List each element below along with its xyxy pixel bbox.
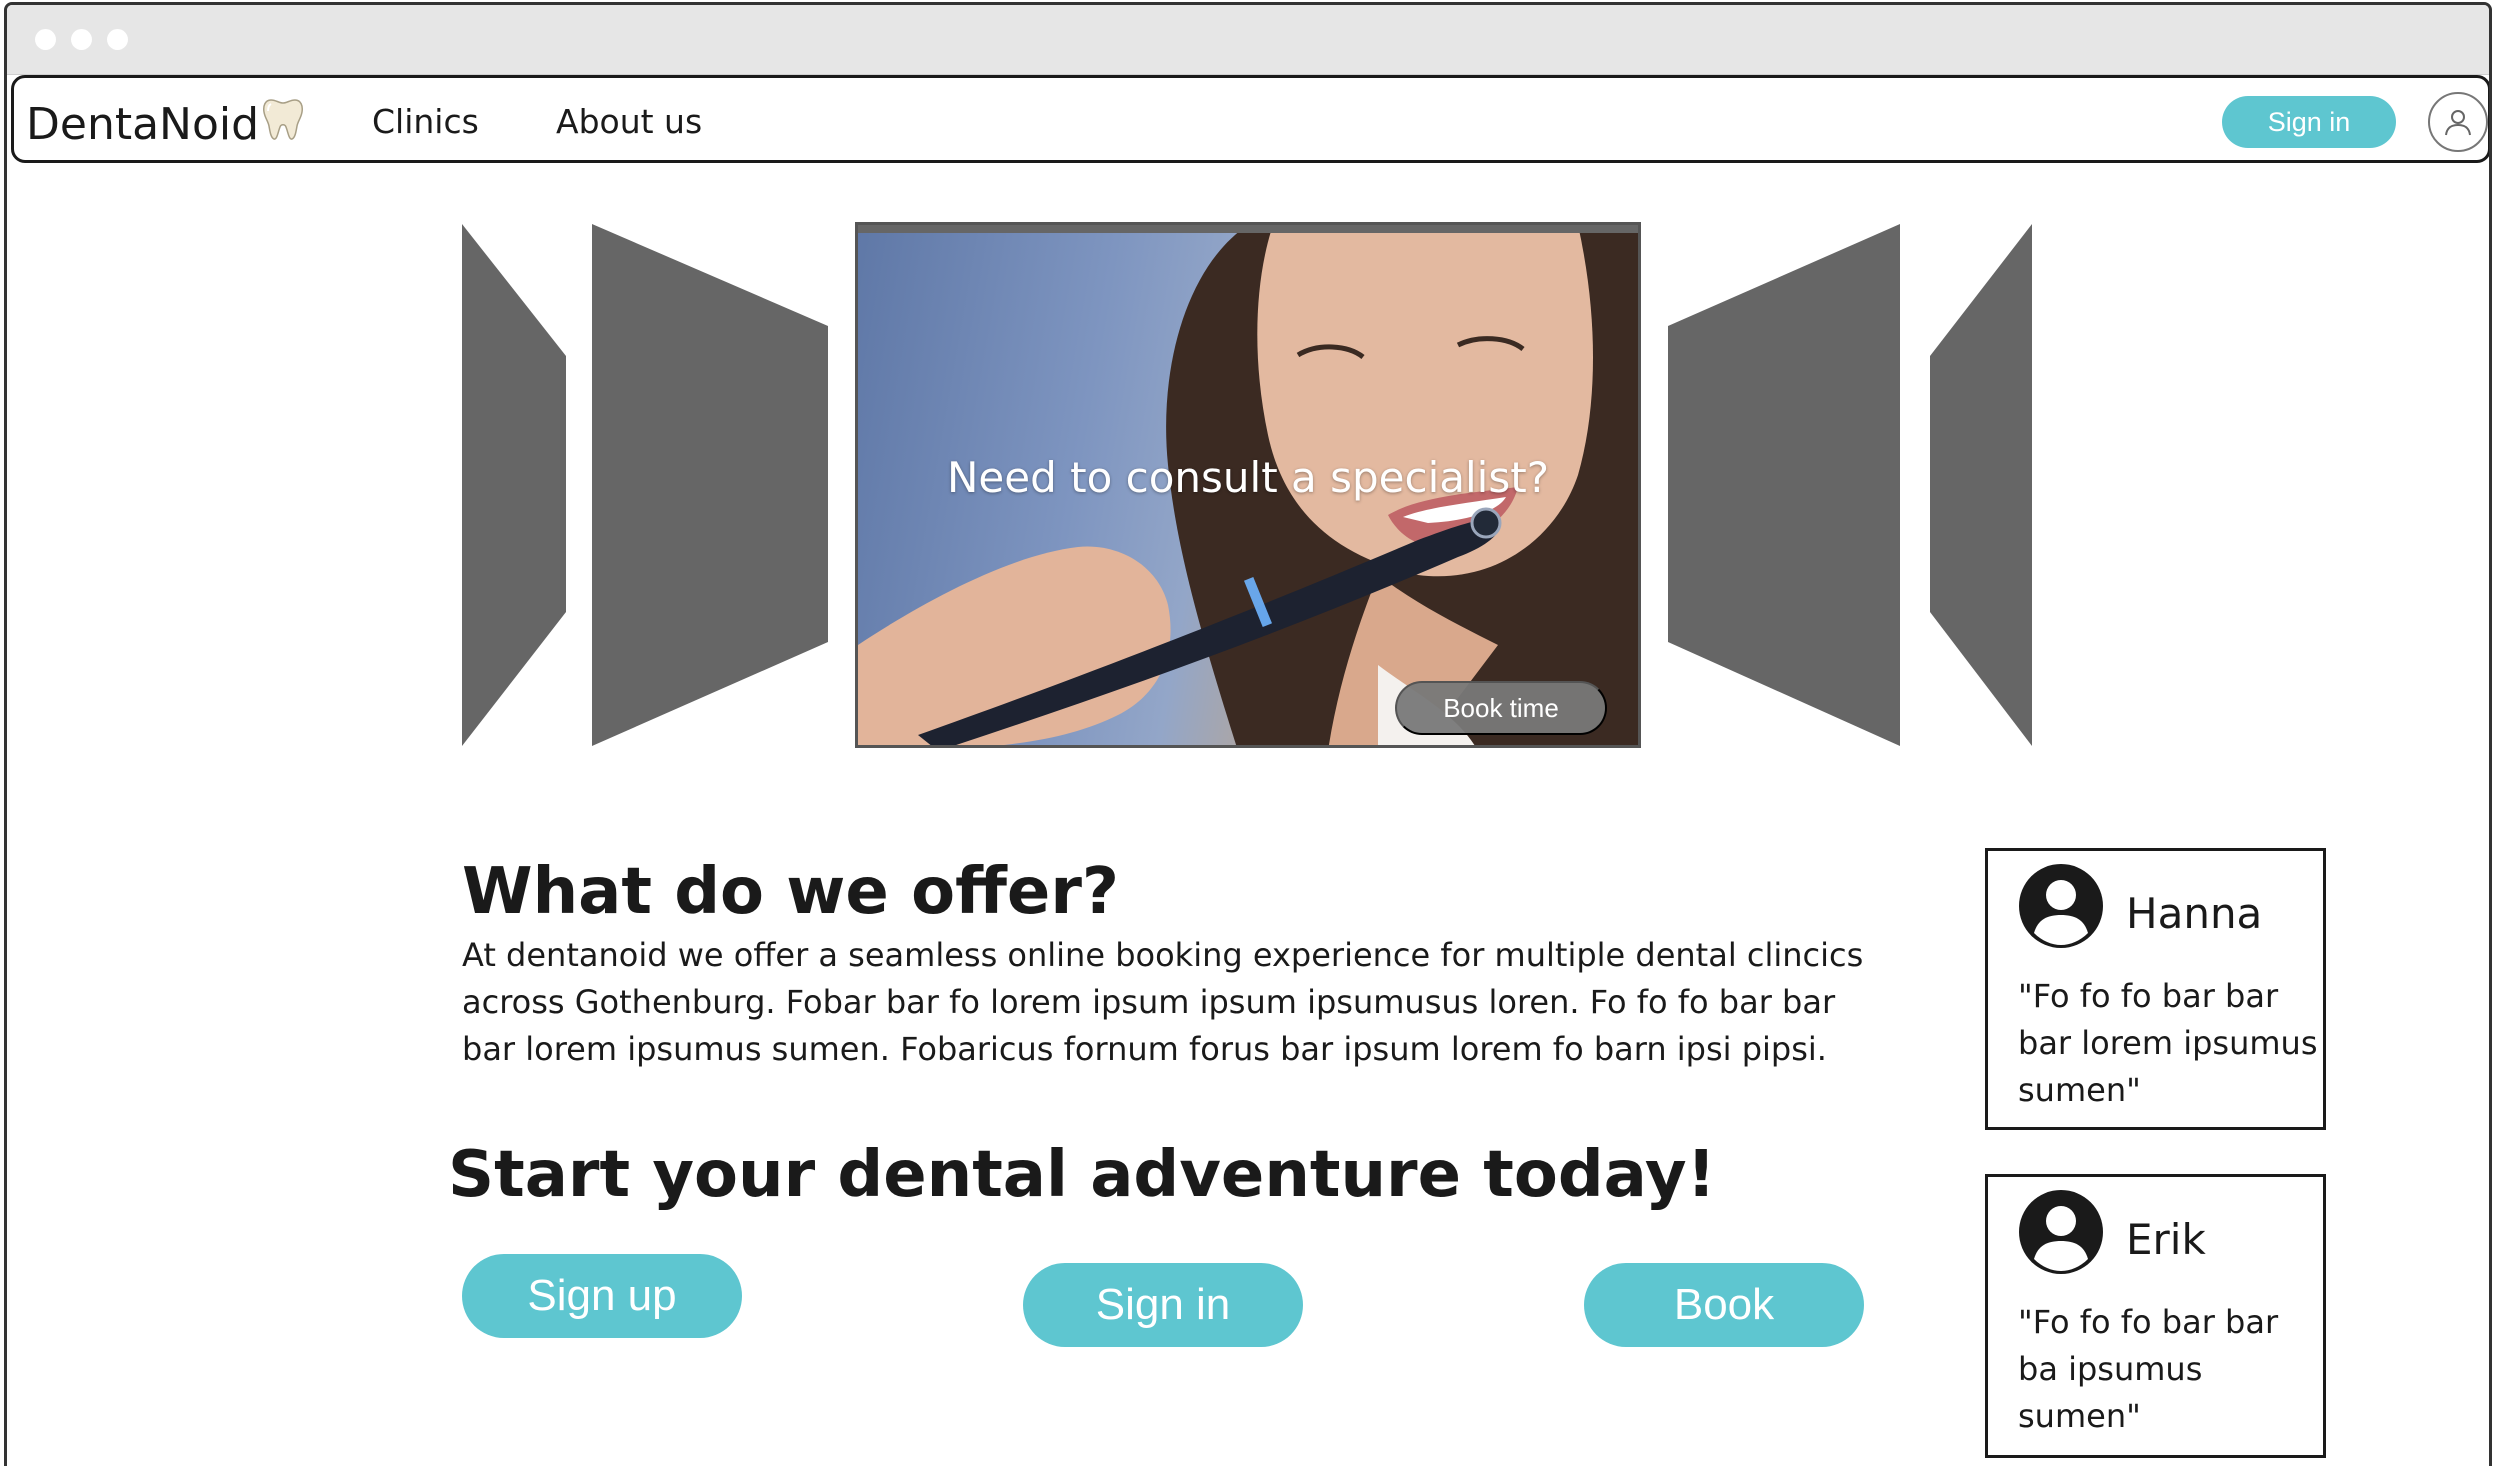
browser-titlebar [7,5,2489,75]
carousel-left-panel[interactable] [590,220,830,750]
brand-logo[interactable]: DentaNoid [26,96,305,153]
user-account-button[interactable] [2428,92,2488,152]
window-maximize-dot[interactable] [107,29,128,50]
brand-name: DentaNoid [26,99,260,150]
carousel-far-right-panel[interactable] [1926,220,2036,750]
review-quote: "Fo fo fo bar bar ba ipsumus sumen" [2018,1303,2279,1435]
carousel-active-slide[interactable]: Need to consult a specialist? Book time [855,222,1641,748]
top-navbar: DentaNoid Clinics About us Sign in [11,75,2489,163]
nav-link-about-us[interactable]: About us [556,102,702,141]
offer-description: At dentanoid we offer a seamless online … [462,936,1864,1068]
avatar-icon [2019,864,2103,948]
carousel-right-panel[interactable] [1666,220,1906,750]
review-card: Hanna "Fo fo fo bar bar bar lorem ipsumu… [1985,848,2326,1130]
book-button[interactable]: Book [1584,1263,1864,1347]
review-card: Erik "Fo fo fo bar bar ba ipsumus sumen" [1985,1174,2326,1458]
nav-link-clinics[interactable]: Clinics [372,102,479,141]
nav-signin-button[interactable]: Sign in [2222,96,2396,148]
signup-button[interactable]: Sign up [462,1254,742,1338]
hero-headline: Need to consult a specialist? [947,453,1549,502]
book-time-button[interactable]: Book time [1395,681,1607,735]
signin-button[interactable]: Sign in [1023,1263,1303,1347]
window-minimize-dot[interactable] [71,29,92,50]
tooth-icon [261,96,305,153]
window-close-dot[interactable] [35,29,56,50]
avatar-icon [2019,1190,2103,1274]
adventure-heading: Start your dental adventure today! [448,1138,1716,1212]
offer-heading: What do we offer? [462,855,1119,929]
hero-carousel: Need to consult a specialist? Book time [0,220,2496,750]
user-icon [2445,110,2471,136]
review-quote: "Fo fo fo bar bar bar lorem ipsumus sume… [2018,977,2318,1109]
reviewer-name: Hanna [2126,889,2263,938]
carousel-far-left-panel[interactable] [460,220,570,750]
reviewer-name: Erik [2126,1215,2206,1264]
hero-topbar [858,225,1638,233]
